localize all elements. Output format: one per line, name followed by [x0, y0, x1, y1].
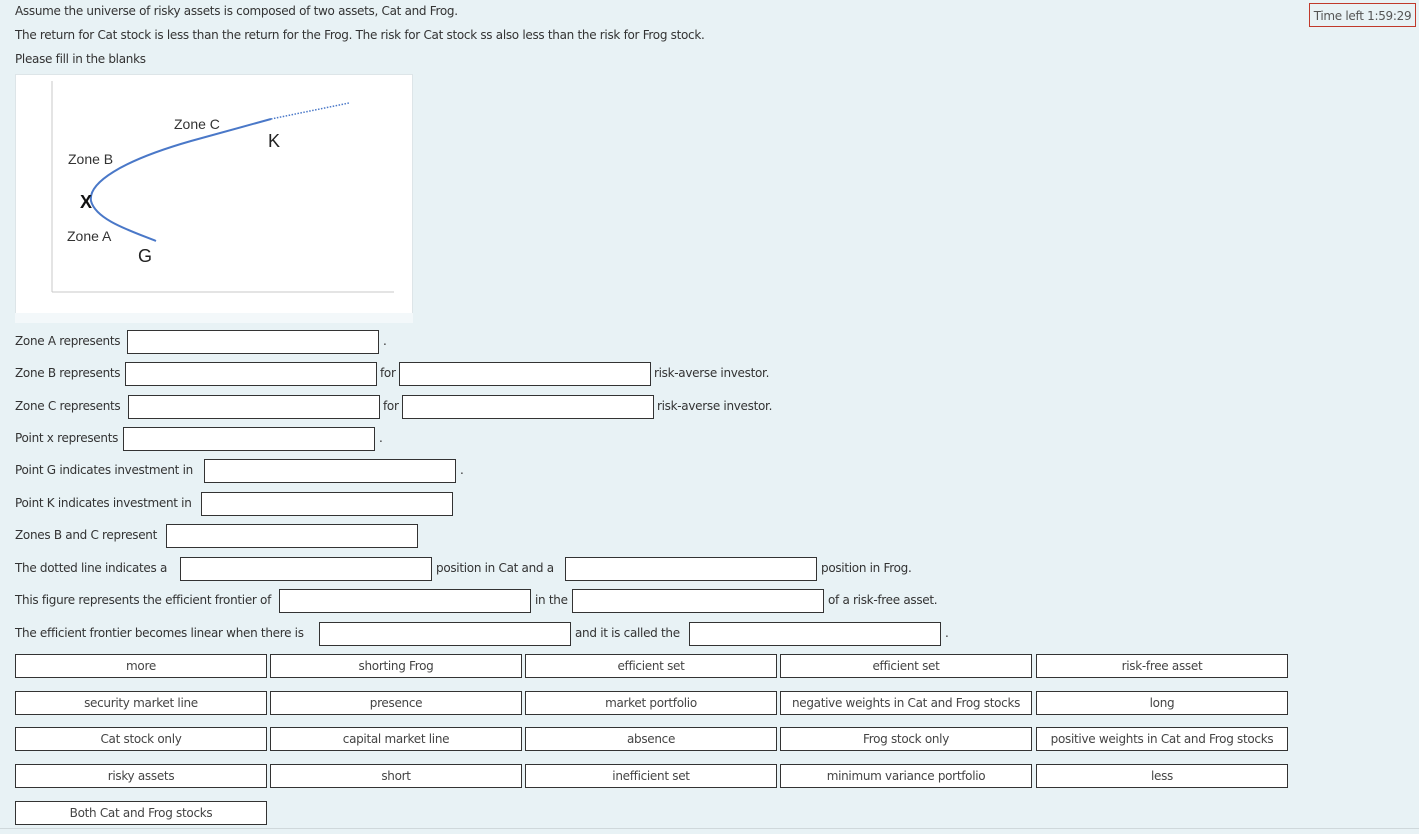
q5-prefix: Point G indicates investment in: [15, 463, 193, 477]
frontier-curve: [89, 118, 272, 242]
answer-chip[interactable]: capital market line: [270, 727, 522, 751]
answer-chip[interactable]: efficient set: [525, 654, 777, 678]
answer-chip[interactable]: risky assets: [15, 764, 267, 788]
answer-chip[interactable]: more: [15, 654, 267, 678]
q8-mid: position in Cat and a: [436, 561, 554, 575]
zone-a-blank[interactable]: [127, 330, 379, 354]
answer-chip[interactable]: minimum variance portfolio: [780, 764, 1032, 788]
answer-chip[interactable]: Cat stock only: [15, 727, 267, 751]
q4-prefix: Point x represents: [15, 431, 119, 445]
answer-chip[interactable]: risk-free asset: [1036, 654, 1288, 678]
q10-mid: and it is called the: [575, 626, 680, 640]
page-bottom-divider: [0, 828, 1419, 829]
risk-free-presence-blank[interactable]: [572, 589, 824, 613]
q3-prefix: Zone C represents: [15, 399, 121, 413]
answer-chip[interactable]: short: [270, 764, 522, 788]
q2-prefix: Zone B represents: [15, 366, 121, 380]
answer-chip[interactable]: Frog stock only: [780, 727, 1032, 751]
answer-chip[interactable]: shorting Frog: [270, 654, 522, 678]
zone-b-blank-1[interactable]: [125, 362, 377, 386]
q9-suffix: of a risk-free asset.: [828, 593, 938, 607]
answer-chip[interactable]: positive weights in Cat and Frog stocks: [1036, 727, 1288, 751]
q4-suffix: .: [379, 431, 383, 445]
point-x-blank[interactable]: [123, 427, 375, 451]
dotted-line-frog-blank[interactable]: [565, 557, 817, 581]
dotted-line-cat-blank[interactable]: [180, 557, 432, 581]
dotted-extension-line: [270, 102, 350, 120]
answer-chip[interactable]: Both Cat and Frog stocks: [15, 801, 267, 825]
point-k-label: K: [268, 131, 280, 151]
answer-chip[interactable]: less: [1036, 764, 1288, 788]
q10-suffix: .: [945, 626, 949, 640]
zones-b-c-blank[interactable]: [166, 524, 418, 548]
intro-line-1: Assume the universe of risky assets is c…: [15, 4, 458, 18]
q6-prefix: Point K indicates investment in: [15, 496, 192, 510]
q3-suffix: risk-averse investor.: [657, 399, 773, 413]
answer-chip[interactable]: efficient set: [780, 654, 1032, 678]
answer-chip[interactable]: presence: [270, 691, 522, 715]
q9-mid: in the: [535, 593, 568, 607]
efficient-frontier-figure: Zone C K Zone B X Zone A G: [15, 74, 413, 323]
q1-prefix: Zone A represents: [15, 334, 121, 348]
zone-c-blank-2[interactable]: [402, 395, 654, 419]
q8-suffix: position in Frog.: [821, 561, 912, 575]
zone-b-label: Zone B: [68, 151, 113, 167]
frontier-diagram: Zone C K Zone B X Zone A G: [51, 81, 394, 293]
zone-b-blank-2[interactable]: [399, 362, 651, 386]
q8-prefix: The dotted line indicates a: [15, 561, 168, 575]
point-k-blank[interactable]: [201, 492, 453, 516]
answer-chip[interactable]: long: [1036, 691, 1288, 715]
q2-suffix: risk-averse investor.: [654, 366, 770, 380]
point-g-label: G: [138, 246, 152, 266]
zone-c-blank-1[interactable]: [128, 395, 380, 419]
point-g-blank[interactable]: [204, 459, 456, 483]
frontier-of-blank[interactable]: [279, 589, 531, 613]
zone-c-label: Zone C: [174, 116, 220, 132]
called-the-blank[interactable]: [689, 622, 941, 646]
time-left-badge: Time left 1:59:29: [1309, 3, 1416, 27]
answer-chip[interactable]: market portfolio: [525, 691, 777, 715]
intro-line-2: The return for Cat stock is less than th…: [15, 28, 705, 42]
q2-mid: for: [380, 366, 396, 380]
point-x-label: X: [80, 192, 92, 212]
q9-prefix: This figure represents the efficient fro…: [15, 593, 272, 607]
answer-chip[interactable]: security market line: [15, 691, 267, 715]
zone-a-label: Zone A: [67, 228, 112, 244]
linear-when-blank[interactable]: [319, 622, 571, 646]
q3-mid: for: [383, 399, 399, 413]
answer-chip[interactable]: negative weights in Cat and Frog stocks: [780, 691, 1032, 715]
intro-line-3: Please fill in the blanks: [15, 52, 146, 66]
answer-chip[interactable]: absence: [525, 727, 777, 751]
q7-prefix: Zones B and C represent: [15, 528, 158, 542]
answer-chip[interactable]: inefficient set: [525, 764, 777, 788]
q1-suffix: .: [383, 334, 387, 348]
q5-suffix: .: [460, 463, 464, 477]
figure-footer-strip: [15, 313, 413, 323]
q10-prefix: The efficient frontier becomes linear wh…: [15, 626, 304, 640]
